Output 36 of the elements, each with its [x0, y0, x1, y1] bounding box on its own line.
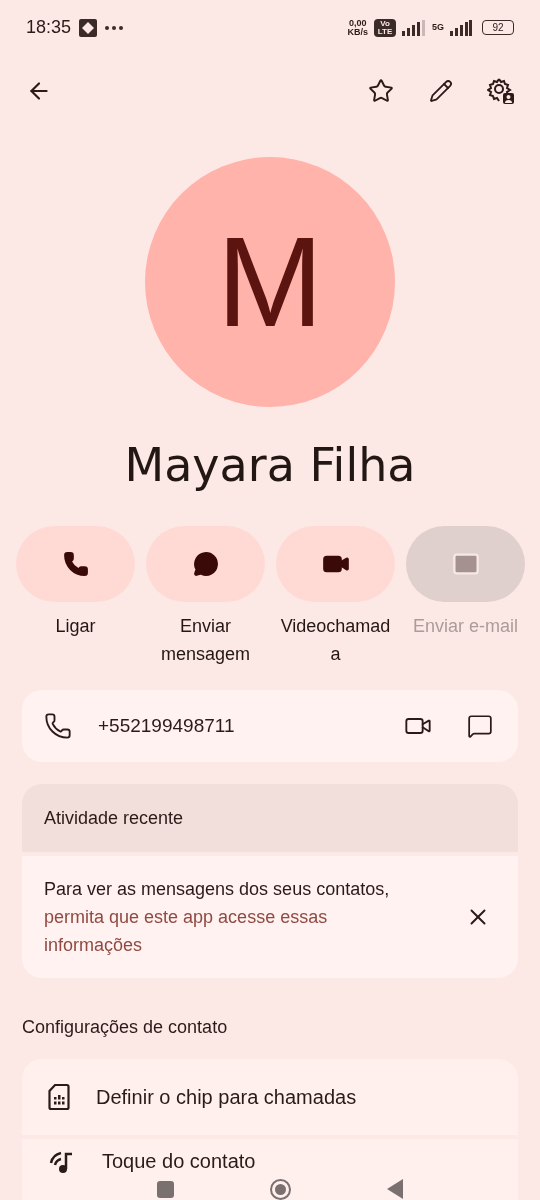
signal-icon	[402, 19, 426, 36]
settings-item[interactable]: Definir o chip para chamadas	[22, 1059, 518, 1135]
network-type: 5G	[432, 20, 444, 34]
clock: 18:35	[26, 16, 72, 39]
settings-label: Toque do contato	[102, 1149, 256, 1174]
permission-message: Para ver as mensagens dos seus contatos,	[44, 878, 390, 901]
volte-badge: Vo LTE	[374, 18, 396, 37]
gear-person-icon	[487, 77, 515, 105]
battery-indicator: 92	[482, 20, 514, 35]
settings-label: Definir o chip para chamadas	[96, 1085, 357, 1110]
sim-card-icon	[48, 1083, 70, 1111]
data-speed: 0,00	[348, 18, 367, 28]
star-icon	[368, 78, 394, 104]
back-nav-button[interactable]	[387, 1179, 403, 1199]
data-speed-unit: KB/s	[347, 27, 368, 37]
settings-item[interactable]: Toque do contato	[22, 1139, 518, 1200]
contact-name: Mayara Filha	[124, 437, 416, 493]
signal-icon	[450, 19, 472, 36]
action-label: Videochamada	[279, 615, 392, 666]
permission-link[interactable]: permita que este app acesse essas informações	[44, 903, 384, 959]
action-label: Enviar mensagem	[159, 615, 251, 666]
home-nav-button[interactable]	[270, 1178, 291, 1200]
chat-bubble-icon	[467, 713, 493, 739]
more-icon	[105, 25, 124, 30]
chat-bubble-icon	[192, 551, 219, 577]
contact-settings-button[interactable]	[486, 76, 516, 106]
pencil-icon	[429, 79, 453, 103]
section-title: Atividade recente	[44, 806, 184, 830]
phone-icon	[62, 551, 89, 577]
section-title: Configurações de contato	[22, 1017, 228, 1037]
action-label: Ligar	[54, 615, 97, 638]
phone-number: +552199498711	[98, 713, 236, 738]
action-label: Enviar e-mail	[412, 615, 519, 638]
avatar: M	[145, 157, 395, 407]
app-notification-icon	[79, 18, 98, 37]
phone-icon	[44, 712, 72, 740]
